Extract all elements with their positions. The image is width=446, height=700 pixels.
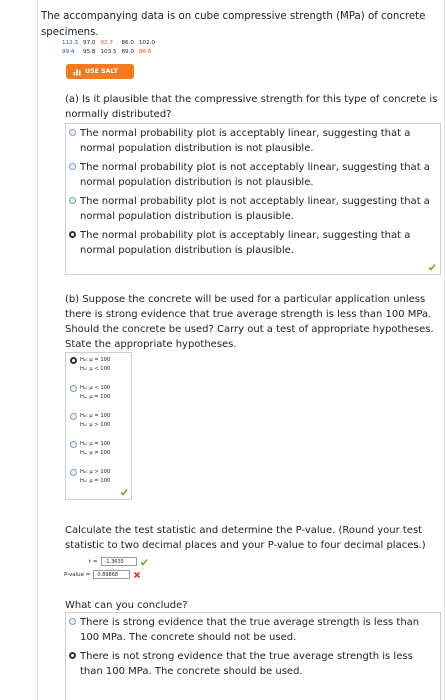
incorrect-x-icon bbox=[134, 571, 141, 578]
alt-hypothesis: Hₐ: μ = 100 bbox=[80, 478, 111, 484]
option-label: The normal probability plot is not accep… bbox=[80, 196, 430, 222]
conclusion-options: There is strong evidence that the true a… bbox=[65, 612, 441, 700]
table-cell: 103.5 bbox=[100, 49, 117, 55]
hypothesis-option[interactable]: H₀: μ < 100 Hₐ: μ = 100 bbox=[70, 384, 110, 402]
table-cell: 95.8 bbox=[83, 49, 96, 55]
conclusion-question: What can you conclude? bbox=[65, 600, 188, 611]
problem-intro: The accompanying data is on cube compres… bbox=[41, 11, 426, 38]
correct-check-icon bbox=[428, 264, 436, 271]
p-value-label: P-value = bbox=[64, 571, 91, 578]
data-table: 112.3 97.0 92.7 86.0 102.0 99.4 95.8 103… bbox=[62, 39, 160, 57]
radio-button-selected[interactable] bbox=[69, 231, 76, 238]
radio-button[interactable] bbox=[69, 129, 76, 136]
null-hypothesis: H₀: μ = 100 bbox=[80, 357, 111, 363]
part-a-options: The normal probability plot is acceptabl… bbox=[65, 123, 441, 275]
table-row: 99.4 95.8 103.5 89.0 86.6 bbox=[62, 48, 160, 57]
radio-button[interactable] bbox=[70, 385, 77, 392]
use-salt-button[interactable]: USE SALT bbox=[66, 64, 134, 79]
option-label: The normal probability plot is not accep… bbox=[80, 162, 430, 188]
part-a-option[interactable]: The normal probability plot is acceptabl… bbox=[66, 124, 440, 158]
hypothesis-option[interactable]: H₀: μ = 100 Hₐ: μ ≠ 100 bbox=[70, 440, 110, 458]
alt-hypothesis: Hₐ: μ ≠ 100 bbox=[80, 450, 111, 456]
correct-check-icon bbox=[139, 558, 148, 566]
radio-button[interactable] bbox=[70, 441, 77, 448]
part-a-question: (a) Is it plausible that the compressive… bbox=[65, 94, 438, 120]
part-a-option[interactable]: The normal probability plot is acceptabl… bbox=[66, 226, 440, 260]
radio-button-selected[interactable] bbox=[69, 652, 76, 659]
table-cell: 86.0 bbox=[121, 40, 134, 46]
alt-hypothesis: Hₐ: μ = 100 bbox=[80, 394, 111, 400]
alt-hypothesis: Hₐ: μ > 100 bbox=[80, 422, 111, 428]
t-stat-label: t = bbox=[89, 558, 98, 565]
radio-button[interactable] bbox=[69, 163, 76, 170]
use-salt-label: USE SALT bbox=[85, 68, 118, 75]
radio-button[interactable] bbox=[69, 618, 76, 625]
null-hypothesis: H₀: μ > 100 bbox=[80, 469, 111, 475]
option-label: The normal probability plot is acceptabl… bbox=[80, 128, 411, 154]
radio-button-selected[interactable] bbox=[70, 357, 77, 364]
chart-icon bbox=[73, 68, 81, 75]
null-hypothesis: H₀: μ < 100 bbox=[80, 385, 111, 391]
radio-button[interactable] bbox=[69, 197, 76, 204]
conclusion-option[interactable]: There is strong evidence that the true a… bbox=[66, 613, 440, 647]
option-label: There is not strong evidence that the tr… bbox=[80, 651, 413, 677]
radio-button[interactable] bbox=[70, 469, 77, 476]
part-b-question: (b) Suppose the concrete will be used fo… bbox=[65, 294, 434, 350]
table-cell: 99.4 bbox=[62, 49, 75, 55]
alt-hypothesis: Hₐ: μ < 100 bbox=[80, 366, 111, 372]
correct-check-icon bbox=[120, 489, 128, 496]
hypotheses-options: H₀: μ = 100 Hₐ: μ < 100 H₀: μ < 100 Hₐ: … bbox=[65, 352, 132, 500]
radio-button[interactable] bbox=[70, 413, 77, 420]
table-cell: 86.6 bbox=[138, 49, 152, 55]
p-value-input[interactable]: 0.89868 bbox=[93, 570, 131, 579]
hypothesis-option[interactable]: H₀: μ > 100 Hₐ: μ = 100 bbox=[70, 468, 110, 486]
part-a-option[interactable]: The normal probability plot is not accep… bbox=[66, 158, 440, 192]
table-row: 112.3 97.0 92.7 86.0 102.0 bbox=[62, 39, 160, 48]
table-cell: 89.0 bbox=[121, 49, 134, 55]
option-label: There is strong evidence that the true a… bbox=[80, 617, 420, 643]
null-hypothesis: H₀: μ = 100 bbox=[80, 413, 111, 419]
table-cell: 102.0 bbox=[138, 40, 155, 46]
option-label: The normal probability plot is acceptabl… bbox=[80, 230, 411, 256]
p-value-row: P-value = 0.89868 bbox=[64, 570, 141, 579]
table-cell: 112.3 bbox=[62, 40, 79, 46]
conclusion-option[interactable]: There is not strong evidence that the tr… bbox=[66, 647, 440, 681]
table-cell: 97.0 bbox=[83, 40, 96, 46]
null-hypothesis: H₀: μ = 100 bbox=[80, 441, 111, 447]
hypothesis-option[interactable]: H₀: μ = 100 Hₐ: μ > 100 bbox=[70, 412, 110, 430]
table-cell: 92.7 bbox=[100, 40, 113, 46]
part-a-option[interactable]: The normal probability plot is not accep… bbox=[66, 192, 440, 226]
test-stat-question: Calculate the test statistic and determi… bbox=[65, 525, 426, 551]
hypothesis-option[interactable]: H₀: μ = 100 Hₐ: μ < 100 bbox=[70, 356, 110, 374]
t-stat-input[interactable]: -1.3635 bbox=[100, 557, 137, 566]
t-stat-row: t = -1.3635 bbox=[89, 557, 148, 566]
